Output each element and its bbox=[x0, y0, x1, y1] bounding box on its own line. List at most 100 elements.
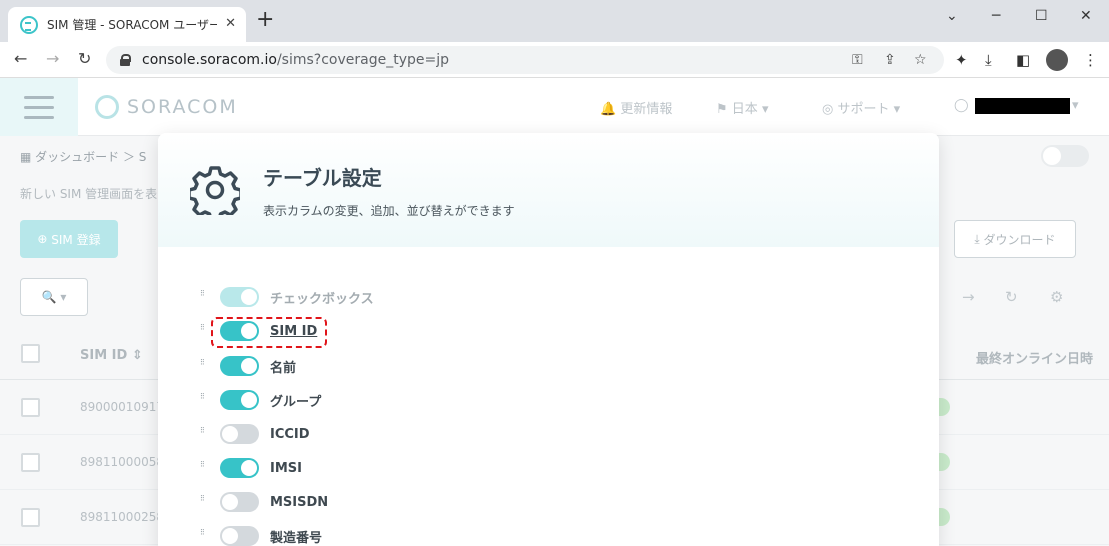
menu-kebab-icon[interactable]: ⋮ bbox=[1083, 51, 1098, 69]
option-label: 製造番号 bbox=[270, 530, 323, 546]
reload-icon[interactable]: ↻ bbox=[78, 50, 91, 68]
forward-arrow-icon[interactable]: → bbox=[46, 50, 59, 68]
region-label: 日本 bbox=[731, 102, 758, 117]
row-sim-id[interactable]: 89811000258 bbox=[80, 510, 164, 524]
maximize-button[interactable]: ☐ bbox=[1035, 8, 1048, 24]
soracom-favicon-icon bbox=[20, 15, 38, 34]
option-name[interactable]: ⁝⁝ 名前 bbox=[200, 354, 296, 378]
news-label: 更新情報 bbox=[620, 102, 673, 117]
key-icon[interactable]: ⚿ bbox=[852, 52, 863, 68]
status-pill bbox=[938, 398, 950, 416]
search-filter-button[interactable]: 🔍 ▾ bbox=[20, 278, 88, 316]
tab-title: SIM 管理 - SORACOM ユーザーコンソール bbox=[47, 18, 217, 32]
row-sim-id[interactable]: 89000010917 bbox=[80, 400, 164, 414]
sim-register-button[interactable]: ⊕ SIM 登録 bbox=[20, 220, 118, 258]
user-icon[interactable]: ◯ bbox=[954, 98, 969, 113]
option-label: IMSI bbox=[270, 460, 302, 476]
lock-icon bbox=[120, 54, 131, 66]
hamburger-menu-icon[interactable] bbox=[0, 78, 78, 136]
download-button[interactable]: ⤓ ダウンロード bbox=[954, 220, 1076, 258]
row-checkbox[interactable] bbox=[21, 508, 40, 527]
modal-title: テーブル設定 bbox=[263, 166, 382, 190]
address-bar[interactable]: console.soracom.io/sims?coverage_type=jp… bbox=[106, 46, 944, 74]
drag-handle-icon[interactable]: ⁝⁝ bbox=[200, 427, 212, 439]
url-text: console.soracom.io/sims?coverage_type=jp bbox=[142, 52, 449, 68]
bookmark-star-icon[interactable]: ☆ bbox=[914, 52, 927, 68]
url-path: /sims?coverage_type=jp bbox=[276, 52, 449, 68]
breadcrumb[interactable]: ▦ ダッシュボード ＞ S bbox=[20, 148, 146, 165]
table-settings-gear-icon[interactable]: ⚙ bbox=[1050, 288, 1063, 306]
option-serial-number[interactable]: ⁝⁝ 製造番号 bbox=[200, 524, 322, 546]
sim-register-label: SIM 登録 bbox=[51, 232, 101, 247]
region-selector[interactable]: ⚑ 日本 ▾ bbox=[716, 98, 768, 117]
extensions-icon[interactable]: ✦ bbox=[955, 51, 968, 69]
toggle-switch[interactable] bbox=[220, 458, 259, 478]
toggle-switch[interactable] bbox=[220, 390, 259, 410]
support-label: サポート bbox=[837, 102, 890, 117]
header-sim-id-label: SIM ID bbox=[80, 348, 128, 363]
header-sim-id[interactable]: SIM ID ⇕ bbox=[80, 348, 143, 363]
option-iccid[interactable]: ⁝⁝ ICCID bbox=[200, 422, 310, 446]
profile-avatar[interactable] bbox=[1046, 49, 1068, 71]
toggle-switch[interactable] bbox=[220, 526, 259, 546]
option-label: 名前 bbox=[270, 360, 297, 376]
breadcrumb-text: ダッシュボード ＞ S bbox=[35, 150, 147, 164]
soracom-logo[interactable]: SORACOM bbox=[95, 95, 238, 119]
new-ui-notice: 新しい SIM 管理画面を表 bbox=[20, 187, 158, 201]
tab-search-icon[interactable]: ⌄ bbox=[946, 8, 958, 24]
new-tab-button[interactable]: + bbox=[256, 9, 274, 31]
row-checkbox[interactable] bbox=[21, 453, 40, 472]
browser-tab[interactable]: SIM 管理 - SORACOM ユーザーコンソール ✕ bbox=[8, 7, 246, 42]
logo-mark-icon bbox=[95, 95, 119, 119]
url-host: console.soracom.io bbox=[142, 52, 277, 68]
header-last-online[interactable]: 最終オンライン日時 bbox=[976, 348, 1093, 367]
option-group[interactable]: ⁝⁝ グループ bbox=[200, 388, 321, 412]
row-sim-id[interactable]: 89811000058 bbox=[80, 455, 164, 469]
share-icon[interactable]: ⇪ bbox=[884, 52, 896, 68]
drag-handle-icon[interactable]: ⁝⁝ bbox=[200, 359, 212, 371]
sidepanel-icon[interactable]: ◧ bbox=[1016, 51, 1030, 69]
browser-tabbar: SIM 管理 - SORACOM ユーザーコンソール ✕ + ⌄ ─ ☐ ✕ bbox=[0, 0, 1109, 42]
download-icon[interactable]: ⤓ bbox=[985, 51, 992, 69]
app-header: SORACOM 🔔 更新情報 ⚑ 日本 ▾ ◎ サポート ▾ ◯ ▾ bbox=[0, 78, 1109, 136]
select-all-checkbox[interactable] bbox=[21, 344, 40, 363]
download-label: ダウンロード bbox=[983, 232, 1056, 247]
modal-subtitle: 表示カラムの変更、追加、並び替えができます bbox=[263, 204, 515, 218]
toggle-switch[interactable] bbox=[220, 492, 259, 512]
next-page-arrow-icon[interactable]: → bbox=[962, 288, 975, 306]
tab-close-icon[interactable]: ✕ bbox=[225, 16, 236, 31]
option-label: ICCID bbox=[270, 426, 310, 442]
support-menu[interactable]: ◎ サポート ▾ bbox=[822, 98, 900, 117]
news-link[interactable]: 🔔 更新情報 bbox=[600, 98, 672, 117]
drag-handle-icon[interactable]: ⁝⁝ bbox=[200, 290, 212, 302]
option-label: チェックボックス bbox=[270, 291, 374, 307]
drag-handle-icon[interactable]: ⁝⁝ bbox=[200, 529, 212, 541]
gear-icon bbox=[190, 166, 240, 215]
toggle-switch bbox=[220, 287, 259, 307]
status-pill bbox=[938, 453, 950, 471]
minimize-button[interactable]: ─ bbox=[992, 8, 1000, 24]
back-arrow-icon[interactable]: ← bbox=[14, 50, 27, 68]
table-settings-modal: テーブル設定 表示カラムの変更、追加、並び替えができます ⁝⁝ チェックボックス… bbox=[158, 133, 939, 546]
option-label: グループ bbox=[270, 394, 322, 410]
option-imsi[interactable]: ⁝⁝ IMSI bbox=[200, 456, 302, 480]
close-window-button[interactable]: ✕ bbox=[1080, 8, 1092, 24]
browser-toolbar: ← → ↻ console.soracom.io/sims?coverage_t… bbox=[0, 42, 1109, 78]
user-name-redacted[interactable] bbox=[975, 98, 1070, 114]
logo-text: SORACOM bbox=[127, 96, 238, 118]
drag-handle-icon[interactable]: ⁝⁝ bbox=[200, 461, 212, 473]
drag-handle-icon[interactable]: ⁝⁝ bbox=[200, 495, 212, 507]
toggle-switch[interactable] bbox=[220, 424, 259, 444]
option-label: MSISDN bbox=[270, 494, 329, 510]
toggle-switch[interactable] bbox=[220, 356, 259, 376]
drag-handle-icon[interactable]: ⁝⁝ bbox=[200, 393, 212, 405]
modal-header: テーブル設定 表示カラムの変更、追加、並び替えができます bbox=[158, 133, 939, 247]
theme-toggle[interactable] bbox=[1041, 145, 1089, 167]
refresh-icon[interactable]: ↻ bbox=[1005, 288, 1018, 306]
row-checkbox[interactable] bbox=[21, 398, 40, 417]
status-pill bbox=[938, 508, 950, 526]
option-checkbox[interactable]: ⁝⁝ チェックボックス bbox=[200, 285, 374, 309]
sim-id-highlight-annotation bbox=[211, 317, 327, 348]
user-chevron-down-icon[interactable]: ▾ bbox=[1072, 98, 1079, 113]
option-msisdn[interactable]: ⁝⁝ MSISDN bbox=[200, 490, 328, 514]
